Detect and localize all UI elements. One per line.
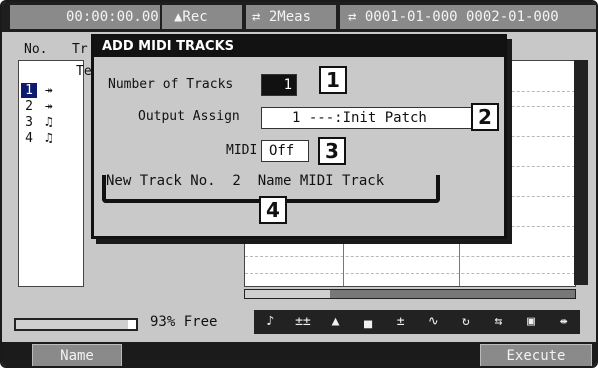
horizontal-scroll-thumb[interactable] — [245, 290, 330, 298]
track-row[interactable]: 4 ♫ — [21, 131, 63, 146]
number-of-tracks-field[interactable]: 1 — [261, 74, 297, 96]
midi-note-icon: ♫ — [44, 131, 53, 146]
track-row[interactable]: 1 ↠ — [21, 83, 63, 98]
memory-free-bar — [14, 318, 138, 331]
vertical-scrollbar[interactable] — [574, 60, 588, 285]
horizontal-scrollbar[interactable] — [244, 289, 576, 299]
velocity-tool-icon[interactable]: ±± — [292, 311, 314, 333]
callout-3-badge: 3 — [318, 137, 346, 165]
note-tool-icon[interactable]: ♪ — [259, 311, 281, 333]
tempo-track-icon: ↠ — [44, 83, 53, 98]
rec-mode-display: ▲Rec — [162, 5, 242, 29]
output-assign-label: Output Assign — [138, 109, 240, 124]
callout-2-badge: 2 — [471, 103, 499, 131]
screen-frame: 00:00:00.00 ▲Rec ⇄ 2Meas ⇄ 0001-01-000 0… — [0, 0, 598, 368]
track-row[interactable]: 2 ↠ — [21, 99, 63, 114]
output-assign-field[interactable]: 1 ---:Init Patch — [261, 107, 495, 129]
track-number: 1 — [21, 83, 37, 98]
number-of-tracks-label: Number of Tracks — [108, 77, 234, 92]
name-button[interactable]: Name — [32, 344, 122, 366]
track-number: 4 — [25, 131, 33, 146]
curve-tool-icon[interactable]: ∿ — [422, 311, 444, 333]
lane-divider — [245, 273, 575, 274]
track-number: 3 — [25, 115, 33, 130]
track-name-header: Tr — [72, 42, 88, 57]
callout-1-badge: 1 — [319, 66, 347, 94]
tempo-track-icon: ↠ — [44, 99, 53, 114]
track-number-header: No. — [24, 42, 48, 57]
lane-divider — [245, 256, 575, 257]
edit-tool-palette: ♪ ±± ▲ ▄ ± ∿ ↻ ⇆ ▣ ⇼ — [254, 310, 580, 334]
loop-tool-icon[interactable]: ↻ — [455, 311, 477, 333]
track-row[interactable]: 3 ♫ — [21, 115, 63, 130]
callout-4-badge: 4 — [259, 196, 287, 224]
grid-tool-icon[interactable]: ▣ — [520, 311, 542, 333]
track-number: 2 — [25, 99, 33, 114]
locator-range-display: ⇄ 0001-01-000 0002-01-000 — [340, 5, 596, 29]
function-button-bar: Name Execute — [2, 342, 596, 366]
midi-label: MIDI — [226, 143, 258, 158]
transpose-tool-icon[interactable]: ± — [390, 311, 412, 333]
tempo-track-header: Te — [76, 64, 92, 79]
midi-note-icon: ♫ — [44, 115, 53, 130]
status-bar: 00:00:00.00 ▲Rec ⇄ 2Meas ⇄ 0001-01-000 0… — [2, 2, 596, 32]
zoom-tool-icon[interactable]: ⇼ — [553, 311, 575, 333]
loop-length-display: ⇄ 2Meas — [246, 5, 336, 29]
memory-free-text: 93% Free — [150, 314, 218, 330]
track-list[interactable]: 1 ↠ 2 ↠ 3 ♫ 4 ♫ — [18, 60, 84, 287]
accent-tool-icon[interactable]: ▲ — [324, 311, 346, 333]
dialog-title: ADD MIDI TRACKS — [94, 37, 504, 57]
time-display: 00:00:00.00 — [10, 5, 160, 29]
swap-tool-icon[interactable]: ⇆ — [487, 311, 509, 333]
execute-button[interactable]: Execute — [480, 344, 592, 366]
gate-tool-icon[interactable]: ▄ — [357, 311, 379, 333]
midi-field[interactable]: Off — [261, 140, 309, 162]
add-midi-tracks-dialog: ADD MIDI TRACKS Number of Tracks 1 1 Out… — [91, 34, 507, 239]
memory-free-fill — [16, 320, 128, 329]
